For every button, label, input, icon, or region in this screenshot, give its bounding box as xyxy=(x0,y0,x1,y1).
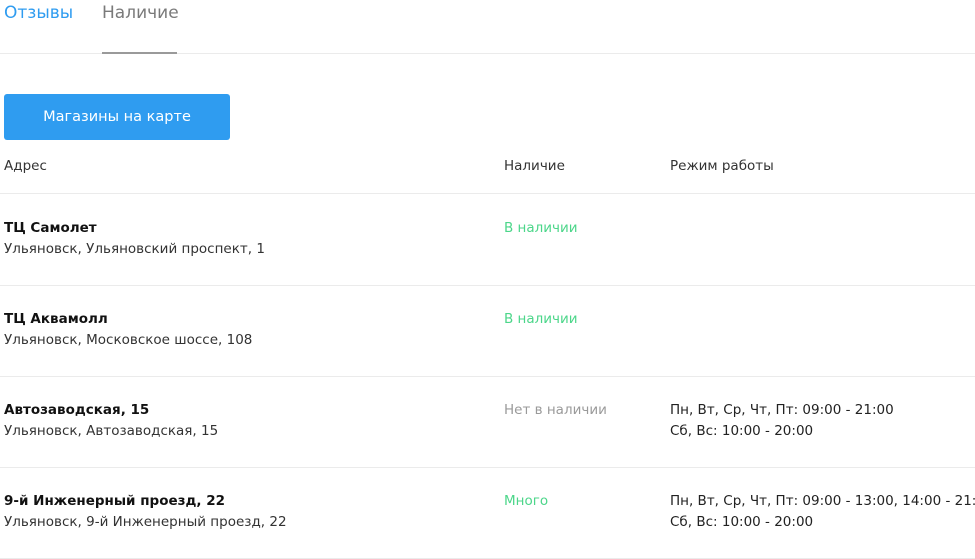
table-row: Автозаводская, 15 Ульяновск, Автозаводск… xyxy=(0,376,975,468)
store-address: Ульяновск, Ульяновский проспект, 1 xyxy=(4,241,265,257)
store-address: Ульяновск, Московское шоссе, 108 xyxy=(4,332,253,348)
table-row: ТЦ Аквамолл Ульяновск, Московское шоссе,… xyxy=(0,285,975,377)
tab-reviews[interactable]: Отзывы xyxy=(4,2,73,24)
active-tab-indicator xyxy=(102,52,177,54)
availability-status: В наличии xyxy=(504,220,578,236)
store-address: Ульяновск, Автозаводская, 15 xyxy=(4,423,219,439)
table-row: 9-й Инженерный проезд, 22 Ульяновск, 9-й… xyxy=(0,467,975,559)
availability-status: Нет в наличии xyxy=(504,402,607,418)
availability-status: В наличии xyxy=(504,311,578,327)
store-name: ТЦ Самолет xyxy=(4,220,97,236)
availability-status: Много xyxy=(504,493,549,509)
store-name: Автозаводская, 15 xyxy=(4,402,150,418)
hours-weekend: Сб, Вс: 10:00 - 20:00 xyxy=(670,423,814,439)
tab-bar: Отзывы Наличие xyxy=(0,0,975,54)
stores-on-map-button[interactable]: Магазины на карте xyxy=(4,94,230,140)
table-row: ТЦ Самолет Ульяновск, Ульяновский проспе… xyxy=(0,194,975,286)
store-address: Ульяновск, 9-й Инженерный проезд, 22 xyxy=(4,514,287,530)
hours-weekend: Сб, Вс: 10:00 - 20:00 xyxy=(670,514,814,530)
hours-weekdays: Пн, Вт, Ср, Чт, Пт: 09:00 - 13:00, 14:00… xyxy=(670,493,975,509)
column-header-hours: Режим работы xyxy=(670,158,774,174)
column-header-address: Адрес xyxy=(4,158,47,174)
hours-weekdays: Пн, Вт, Ср, Чт, Пт: 09:00 - 21:00 xyxy=(670,402,894,418)
column-header-availability: Наличие xyxy=(504,158,565,174)
store-name: 9-й Инженерный проезд, 22 xyxy=(4,493,225,509)
store-name: ТЦ Аквамолл xyxy=(4,311,108,327)
tab-availability[interactable]: Наличие xyxy=(102,2,179,24)
